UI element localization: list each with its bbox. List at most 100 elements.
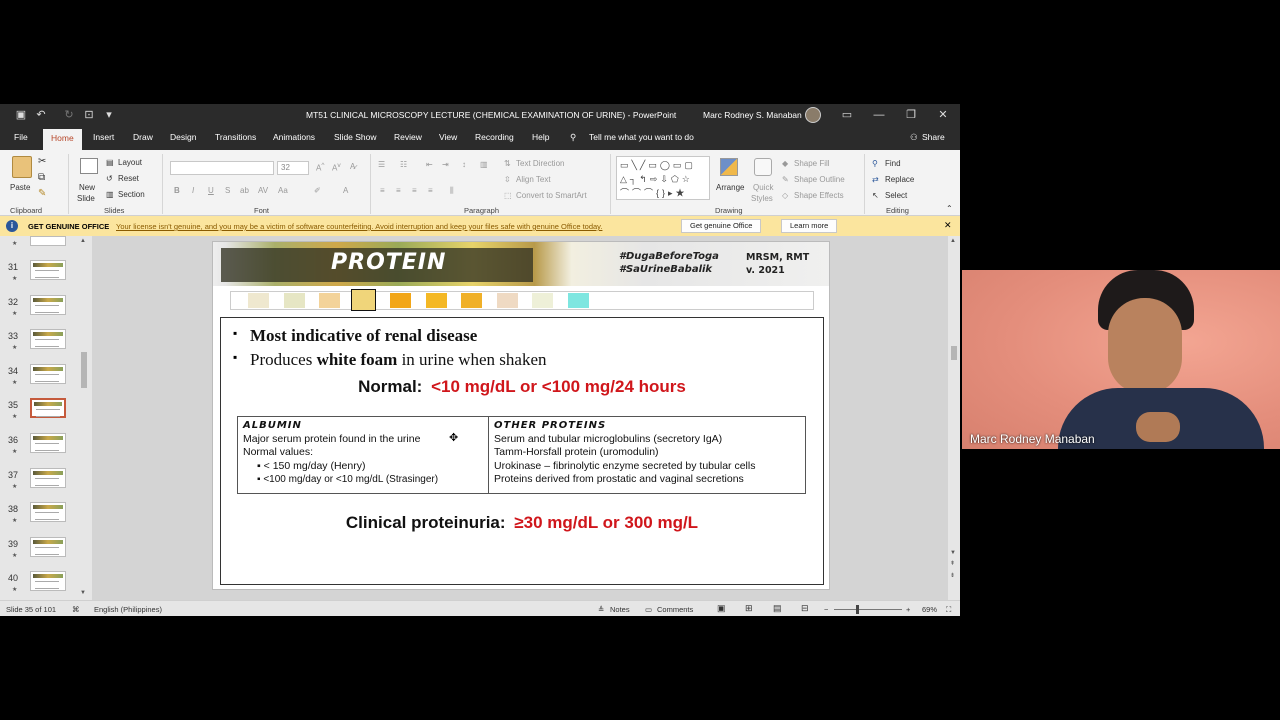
align-right-icon[interactable]: ≡ xyxy=(412,186,417,195)
line-spacing-icon[interactable]: ↕ xyxy=(462,160,466,169)
slide-thumbnail[interactable]: 40 ★ xyxy=(0,571,80,599)
tab-recording[interactable]: Recording xyxy=(475,132,514,142)
font-color-icon[interactable]: A xyxy=(343,186,348,195)
slide-thumbnail[interactable]: 38 ★ xyxy=(0,502,80,530)
highlight-icon[interactable]: ✐ xyxy=(314,186,321,195)
format-painter-icon[interactable]: ✎ xyxy=(38,188,46,199)
shape-effects-button[interactable]: Shape Effects xyxy=(794,191,844,200)
language-indicator[interactable]: English (Philippines) xyxy=(94,605,162,614)
new-slide-label-2[interactable]: Slide xyxy=(77,194,95,203)
tell-me-search[interactable]: Tell me what you want to do xyxy=(589,132,694,142)
minimize-icon[interactable]: — xyxy=(872,108,886,122)
thumbnail-image[interactable] xyxy=(30,467,66,488)
align-text-button[interactable]: Align Text xyxy=(516,175,551,184)
italic-icon[interactable]: I xyxy=(192,186,194,195)
clear-formatting-icon[interactable]: A̷ xyxy=(350,162,355,171)
increase-font-size-icon[interactable]: A^ xyxy=(316,162,324,173)
tab-view[interactable]: View xyxy=(439,132,457,142)
decrease-indent-icon[interactable]: ⇤ xyxy=(426,160,433,169)
share-button[interactable]: Share xyxy=(922,132,945,142)
numbering-icon[interactable]: ☷ xyxy=(400,160,407,169)
get-genuine-office-button[interactable]: Get genuine Office xyxy=(681,219,762,233)
convert-smartart-button[interactable]: Convert to SmartArt xyxy=(516,191,587,200)
copy-icon[interactable]: ⧉ xyxy=(38,172,45,183)
cut-icon[interactable]: ✂ xyxy=(38,156,46,167)
thumbnail-image[interactable] xyxy=(30,398,66,419)
previous-slide-icon[interactable]: ⇞ xyxy=(950,560,955,567)
character-spacing-icon[interactable]: AV xyxy=(258,186,268,195)
tab-insert[interactable]: Insert xyxy=(93,132,114,142)
layout-button[interactable]: Layout xyxy=(118,158,142,167)
tab-slide-show[interactable]: Slide Show xyxy=(334,132,377,142)
tab-review[interactable]: Review xyxy=(394,132,422,142)
learn-more-button[interactable]: Learn more xyxy=(781,219,838,233)
redo-icon[interactable]: ↻ xyxy=(62,108,76,122)
select-button[interactable]: Select xyxy=(885,191,907,200)
zoom-slider[interactable] xyxy=(834,609,902,610)
shadow-icon[interactable]: S xyxy=(225,186,230,195)
arrange-icon[interactable] xyxy=(720,158,738,176)
reading-view-icon[interactable]: ▤ xyxy=(773,603,782,614)
align-left-icon[interactable]: ≡ xyxy=(380,186,385,195)
scroll-up-icon[interactable]: ▲ xyxy=(80,238,86,244)
decrease-font-size-icon[interactable]: Av xyxy=(332,162,341,173)
slide-show-icon[interactable]: ⊟ xyxy=(801,603,809,614)
comments-button[interactable]: Comments xyxy=(657,605,693,614)
slide-thumbnail[interactable]: 36 ★ xyxy=(0,433,80,461)
thumbnail-image[interactable] xyxy=(30,536,66,557)
slide-thumbnail[interactable]: 34 ★ xyxy=(0,363,80,392)
slide-thumbnail[interactable]: 32 ★ xyxy=(0,294,80,323)
shapes-gallery[interactable]: ▭╲╱▭◯▭▢ △┐↰⇨⇩⬠☆ ⌒⌒⌒{}▸★ xyxy=(616,156,710,200)
account-name[interactable]: Marc Rodney S. Manaban xyxy=(703,110,802,120)
close-warning-icon[interactable]: ✕ xyxy=(944,220,952,231)
tab-draw[interactable]: Draw xyxy=(133,132,153,142)
zoom-out-icon[interactable]: − xyxy=(824,605,828,614)
thumbnail-partial[interactable] xyxy=(30,236,66,246)
tab-help[interactable]: Help xyxy=(532,132,549,142)
columns-icon[interactable]: ⫼ xyxy=(450,186,454,196)
font-size-select[interactable]: 32 xyxy=(277,161,309,175)
increase-indent-icon[interactable]: ⇥ xyxy=(442,160,449,169)
quick-styles-label-2[interactable]: Styles xyxy=(751,194,773,203)
slide-thumbnail[interactable]: 37 ★ xyxy=(0,467,80,496)
zoom-in-icon[interactable]: + xyxy=(906,605,910,614)
thumbnail-image[interactable] xyxy=(30,294,66,315)
thumbnail-scrollbar[interactable]: ▲ ▼ xyxy=(80,238,88,596)
bullets-icon[interactable]: ☰ xyxy=(378,160,385,169)
next-slide-icon[interactable]: ⇟ xyxy=(950,572,955,579)
collapse-ribbon-icon[interactable]: ⌃ xyxy=(946,204,953,213)
slide-thumbnail[interactable]: 33 ★ xyxy=(0,329,80,357)
ribbon-display-options-icon[interactable]: ▭ xyxy=(840,108,854,122)
zoom-level[interactable]: 69% xyxy=(922,605,937,614)
undo-icon[interactable]: ↶ xyxy=(34,108,48,122)
quick-styles-label-1[interactable]: Quick xyxy=(753,183,773,192)
thumbnail-image[interactable] xyxy=(30,433,66,453)
thumbnail-image[interactable] xyxy=(30,502,66,523)
paste-button[interactable]: Paste xyxy=(10,183,30,192)
replace-button[interactable]: Replace xyxy=(885,175,914,184)
editor-scrollbar[interactable]: ▲ ▼ ⇞ ⇟ xyxy=(948,236,960,600)
section-button[interactable]: Section xyxy=(118,190,145,199)
quick-styles-icon[interactable] xyxy=(754,158,772,176)
arrange-button[interactable]: Arrange xyxy=(716,183,744,192)
new-slide-label-1[interactable]: New xyxy=(79,183,95,192)
shape-outline-button[interactable]: Shape Outline xyxy=(794,175,845,184)
thumbnail-image[interactable] xyxy=(30,329,66,350)
tab-file[interactable]: File xyxy=(14,132,28,142)
shape-fill-button[interactable]: Shape Fill xyxy=(794,159,830,168)
strikethrough-icon[interactable]: ab xyxy=(240,186,249,195)
underline-icon[interactable]: U xyxy=(208,186,214,195)
slide-thumbnail[interactable]: 39 ★ xyxy=(0,536,80,565)
bold-icon[interactable]: B xyxy=(174,186,180,195)
tab-animations[interactable]: Animations xyxy=(273,132,315,142)
reset-button[interactable]: Reset xyxy=(118,174,139,183)
find-button[interactable]: Find xyxy=(885,159,901,168)
scroll-down-icon[interactable]: ▼ xyxy=(80,590,86,596)
scroll-thumb[interactable] xyxy=(81,352,87,388)
restore-icon[interactable]: ❐ xyxy=(904,108,918,122)
close-icon[interactable]: ✕ xyxy=(936,108,950,122)
align-center-icon[interactable]: ≡ xyxy=(396,186,401,195)
scroll-thumb[interactable] xyxy=(951,346,957,360)
change-case-icon[interactable]: Aa xyxy=(278,186,288,195)
text-direction-button[interactable]: Text Direction xyxy=(516,159,564,168)
